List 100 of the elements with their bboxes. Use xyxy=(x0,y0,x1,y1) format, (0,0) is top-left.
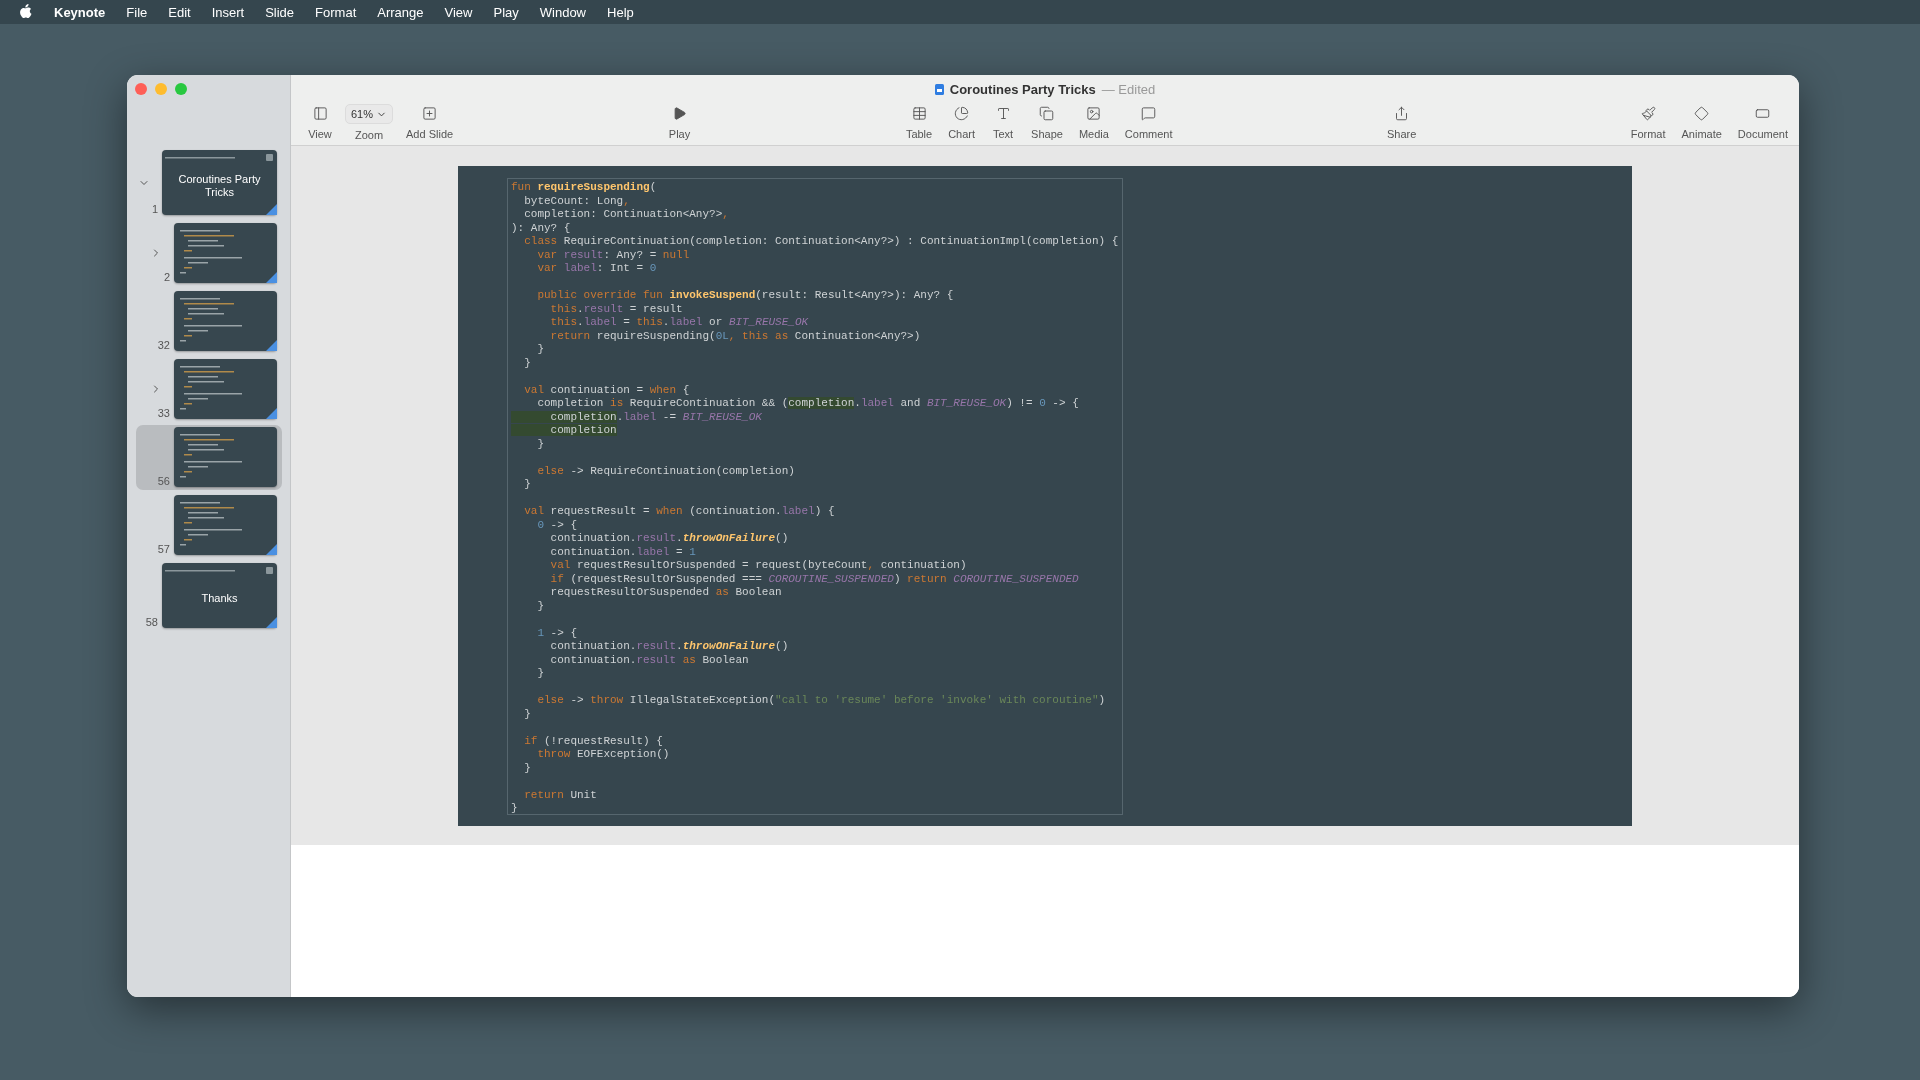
toolbar-button[interactable]: Animate xyxy=(1676,106,1727,145)
menu-item[interactable]: Play xyxy=(493,4,519,20)
table-icon xyxy=(911,106,927,121)
slide-title: Thanks xyxy=(200,591,239,606)
code-line: byteCount: Long, xyxy=(523,194,630,208)
document-icon xyxy=(934,83,944,95)
code-line: var label: Int = 0 xyxy=(536,262,657,276)
code-line: continuation.result.throwOnFailure() xyxy=(549,532,789,546)
code-line: this.result = result xyxy=(549,302,683,316)
slide-number: 1 xyxy=(151,203,158,215)
slide-thumbnail[interactable] xyxy=(174,291,277,351)
slide-thumbnail[interactable] xyxy=(174,359,277,419)
slide-row[interactable]: 32 xyxy=(136,289,282,354)
slide-row[interactable]: 1 Coroutines Party Tricks xyxy=(136,148,282,218)
code-line: else -> throw IllegalStateException("call to 'resume' before 'invoke' with coroutine") xyxy=(536,693,1106,708)
menu-item[interactable]: Slide xyxy=(265,4,295,20)
toolbar-button[interactable]: Text xyxy=(986,106,1021,145)
code-line: return requireSuspending(0L, this as Continuation<Any?>) xyxy=(549,329,921,343)
code-line: continuation.result as Boolean xyxy=(549,653,749,667)
code-line: if (!requestResult) { xyxy=(523,733,663,748)
menu-item[interactable]: Arrange xyxy=(377,4,424,20)
toolbar-button[interactable]: Share xyxy=(1381,106,1422,145)
menu-item[interactable]: View xyxy=(444,4,473,20)
code-line: public override fun invokeSuspend(result: Result<Any?>): Any? { xyxy=(536,288,954,303)
slide-number: 32 xyxy=(157,339,170,351)
code-line: 1 -> { xyxy=(536,625,578,640)
add-slide-icon xyxy=(422,106,438,121)
code-line: } xyxy=(536,343,544,357)
slide-number: 33 xyxy=(157,407,170,419)
menu-item[interactable]: Edit xyxy=(168,4,191,20)
code-line: fun requireSuspending( xyxy=(511,181,657,195)
toolbar-button[interactable]: Document xyxy=(1732,106,1793,145)
menu-item[interactable]: Format xyxy=(315,4,357,20)
slide-row[interactable]: 58 Thanks xyxy=(136,561,282,631)
menu-item[interactable]: Insert xyxy=(211,4,245,20)
toolbar-button[interactable]: Comment xyxy=(1119,106,1178,145)
code-line: completion is RequireContinuation && (completion.label and BIT_REUSE_OK) != 0 -> { xyxy=(536,397,1079,411)
slide-thumbnail[interactable]: Thanks xyxy=(162,563,277,628)
toolbar-button[interactable]: Table xyxy=(900,106,938,145)
code-line: completion.label -= BIT_REUSE_OK xyxy=(511,410,762,424)
close-button[interactable] xyxy=(135,83,147,95)
slide-number: 57 xyxy=(157,543,170,555)
edited-status: — Edited xyxy=(1101,81,1156,97)
code-line: } xyxy=(523,478,531,492)
code-line: this.label = this.label or BIT_REUSE_OK xyxy=(549,316,809,330)
code-line: continuation.label = 1 xyxy=(549,545,696,559)
code-line: } xyxy=(536,437,544,451)
menu-item[interactable]: Window xyxy=(539,4,586,20)
zoom-dropdown[interactable]: 61% xyxy=(345,104,394,124)
slide-thumbnail[interactable] xyxy=(174,427,277,487)
toolbar-button[interactable]: View xyxy=(303,106,337,145)
slide-row[interactable]: 2 xyxy=(136,221,282,286)
code-line: val requestResultOrSuspended = request(byteCount, continuation) xyxy=(549,559,967,573)
code-line: } xyxy=(523,761,531,775)
code-line: class RequireContinuation(completion: Continuation<Any?>) : ContinuationImpl(completion) { xyxy=(523,235,1119,249)
toolbar-button[interactable]: Media xyxy=(1073,106,1114,145)
toolbar-button[interactable]: Chart xyxy=(943,106,981,145)
toolbar-button[interactable]: Play xyxy=(662,106,697,145)
code-line: } xyxy=(523,707,531,721)
slide-thumbnail[interactable]: Coroutines Party Tricks xyxy=(162,150,277,215)
code-line: return Unit xyxy=(523,787,597,802)
slide-number: 56 xyxy=(157,475,170,487)
text-icon xyxy=(995,106,1011,121)
code-line: if (requestResultOrSuspended === COROUTINE_SUSPENDED) return COROUTINE_SUSPENDED xyxy=(549,572,1079,586)
code-line: val continuation = when { xyxy=(523,382,690,397)
toolbar-button[interactable]: Format xyxy=(1625,106,1671,145)
slide-number: 58 xyxy=(145,616,158,628)
slide-row[interactable]: 33 xyxy=(136,357,282,422)
code-line: } xyxy=(536,667,544,681)
shapes-icon xyxy=(1039,106,1055,121)
window-title: Coroutines Party Tricks xyxy=(949,81,1096,97)
slide-title: Coroutines Party Tricks xyxy=(177,171,262,200)
menu-item[interactable]: Help xyxy=(607,4,634,20)
app-menu[interactable]: Keynote xyxy=(54,4,106,20)
code-line: ): Any? { xyxy=(511,221,571,235)
code-line: } xyxy=(511,802,518,816)
document-icon xyxy=(1755,106,1771,121)
code-line: } xyxy=(536,599,544,613)
pie-chart-icon xyxy=(954,106,970,121)
paintbrush-icon xyxy=(1640,106,1656,121)
sidebar-icon xyxy=(312,106,328,121)
toolbar-label: Zoom xyxy=(354,129,384,141)
slide-row[interactable]: 56 xyxy=(136,425,282,490)
slide-thumbnail[interactable] xyxy=(174,223,277,283)
code-line: else -> RequireContinuation(completion) xyxy=(536,463,795,478)
slide-row[interactable]: 57 xyxy=(136,493,282,558)
code-line: throw EOFException() xyxy=(536,748,670,762)
menu-item[interactable]: File xyxy=(126,4,148,20)
image-icon xyxy=(1086,106,1102,121)
code-line: var result: Any? = null xyxy=(536,248,690,262)
code-line: 0 -> { xyxy=(536,518,578,532)
code-line: continuation.result.throwOnFailure() xyxy=(549,640,789,654)
code-line: completion: Continuation<Any?>, xyxy=(523,208,729,222)
toolbar-button[interactable]: Shape xyxy=(1026,106,1068,145)
toolbar-button[interactable]: Add Slide xyxy=(401,106,459,145)
diamond-icon xyxy=(1694,106,1710,121)
apple-logo-icon[interactable] xyxy=(19,4,33,20)
slide-thumbnail[interactable] xyxy=(174,495,277,555)
slide-number: 2 xyxy=(163,271,170,283)
code-line: val requestResult = when (continuation.label) { xyxy=(523,504,835,519)
